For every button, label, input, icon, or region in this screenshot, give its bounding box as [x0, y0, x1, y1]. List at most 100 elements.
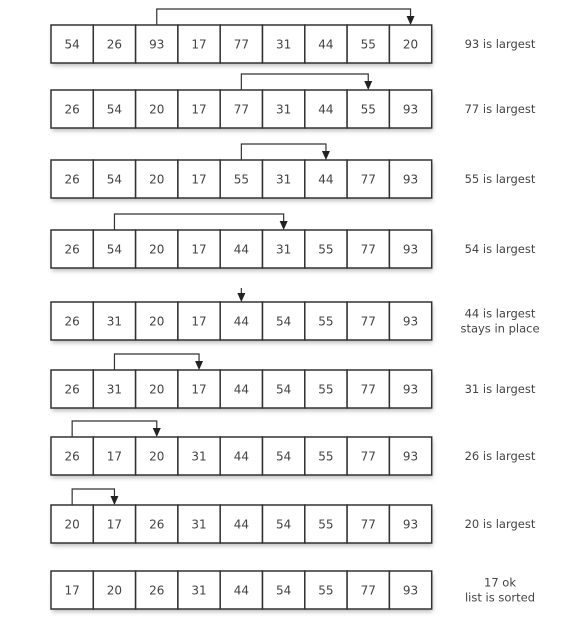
swap-arrow [156, 8, 412, 25]
cell-value: 17 [191, 243, 206, 257]
cell-value: 26 [65, 173, 80, 187]
swap-arrow [71, 488, 116, 505]
cell-value: 55 [318, 518, 333, 532]
step-label: list is sorted [465, 591, 535, 605]
cell-value: 54 [276, 315, 291, 329]
arrow-head-icon [152, 428, 161, 437]
cell-value: 26 [149, 584, 164, 598]
arrow-head-icon [364, 81, 373, 90]
cell-value: 20 [149, 173, 164, 187]
step-label: 17 ok [484, 576, 516, 590]
step-label: 26 is largest [465, 449, 536, 463]
cell-value: 77 [361, 450, 376, 464]
cell-value: 54 [276, 383, 291, 397]
array-row: 26 31 20 17 44 54 55 77 93 31 is largest [50, 353, 536, 409]
cell-value: 31 [276, 103, 291, 117]
swap-arrow [113, 353, 200, 370]
cell-value: 44 [234, 518, 249, 532]
cell-value: 55 [234, 173, 249, 187]
cell-value: 44 [234, 584, 249, 598]
cell-value: 20 [107, 584, 122, 598]
cell-value: 93 [403, 450, 418, 464]
cell-value: 44 [234, 450, 249, 464]
cell-value: 44 [318, 38, 333, 52]
cell-value: 93 [403, 243, 418, 257]
cell-value: 17 [107, 518, 122, 532]
arrow-head-icon [321, 151, 330, 160]
cell-value: 77 [361, 584, 376, 598]
cell-value: 17 [191, 38, 206, 52]
array-row: 26 31 20 17 44 54 55 77 93 44 is largeststays in … [50, 288, 540, 341]
cell-value: 93 [403, 584, 418, 598]
cell-value: 77 [361, 243, 376, 257]
cell-value: 93 [403, 383, 418, 397]
cell-value: 54 [65, 38, 80, 52]
cell-value: 20 [403, 38, 418, 52]
cell-value: 31 [191, 584, 206, 598]
array-row: 26 17 20 31 44 54 55 77 93 26 is largest [50, 420, 536, 476]
cell-value: 55 [318, 315, 333, 329]
swap-arrow [240, 73, 369, 90]
cell-value: 17 [191, 173, 206, 187]
step-label: 55 is largest [465, 172, 536, 186]
cell-value: 55 [318, 584, 333, 598]
cell-value: 54 [276, 450, 291, 464]
array-row: 26 54 20 17 77 31 44 55 93 77 is largest [50, 73, 536, 129]
arrow-head-icon [195, 361, 204, 370]
cell-value: 26 [149, 518, 164, 532]
cell-value: 44 [234, 315, 249, 329]
cell-value: 20 [149, 383, 164, 397]
cell-value: 26 [65, 315, 80, 329]
cell-value: 44 [318, 173, 333, 187]
cell-value: 31 [107, 315, 122, 329]
step-label: 93 is largest [465, 37, 536, 51]
cell-value: 20 [65, 518, 80, 532]
array-row: 17 20 26 31 44 54 55 77 93 17 oklist is sorted [50, 570, 535, 610]
cell-value: 77 [361, 315, 376, 329]
cell-value: 77 [234, 103, 249, 117]
cell-value: 93 [403, 173, 418, 187]
cell-value: 31 [276, 38, 291, 52]
cell-value: 31 [191, 518, 206, 532]
step-label: 20 is largest [465, 517, 536, 531]
array-row: 26 54 20 17 55 31 44 77 93 55 is largest [50, 143, 536, 199]
swap-arrow [71, 420, 158, 437]
cell-value: 54 [107, 103, 122, 117]
cell-value: 17 [191, 103, 206, 117]
cell-value: 54 [276, 584, 291, 598]
cell-value: 55 [318, 450, 333, 464]
cell-value: 20 [149, 450, 164, 464]
cell-value: 17 [191, 383, 206, 397]
step-label: 44 is largest [465, 307, 536, 321]
step-label: 31 is largest [465, 382, 536, 396]
cell-value: 44 [234, 383, 249, 397]
cell-value: 20 [149, 103, 164, 117]
cell-value: 31 [276, 173, 291, 187]
cell-value: 26 [65, 243, 80, 257]
cell-value: 77 [234, 38, 249, 52]
cell-value: 31 [107, 383, 122, 397]
cell-value: 31 [276, 243, 291, 257]
step-label: 77 is largest [465, 102, 536, 116]
swap-arrow [240, 143, 327, 160]
array-row: 20 17 26 31 44 54 55 77 93 20 is largest [50, 488, 536, 544]
cell-value: 93 [149, 38, 164, 52]
cell-value: 55 [318, 383, 333, 397]
cell-value: 54 [107, 173, 122, 187]
cell-value: 20 [149, 315, 164, 329]
arrow-head-icon [279, 221, 288, 230]
cell-value: 17 [65, 584, 80, 598]
cell-value: 26 [65, 383, 80, 397]
cell-value: 17 [107, 450, 122, 464]
cell-value: 17 [191, 315, 206, 329]
step-label: 54 is largest [465, 242, 536, 256]
swap-arrow [113, 213, 285, 230]
cell-value: 31 [191, 450, 206, 464]
cell-value: 93 [403, 315, 418, 329]
step-label: stays in place [460, 322, 539, 336]
cell-value: 93 [403, 518, 418, 532]
cell-value: 44 [318, 103, 333, 117]
cell-value: 54 [107, 243, 122, 257]
cell-value: 20 [149, 243, 164, 257]
cell-value: 55 [318, 243, 333, 257]
